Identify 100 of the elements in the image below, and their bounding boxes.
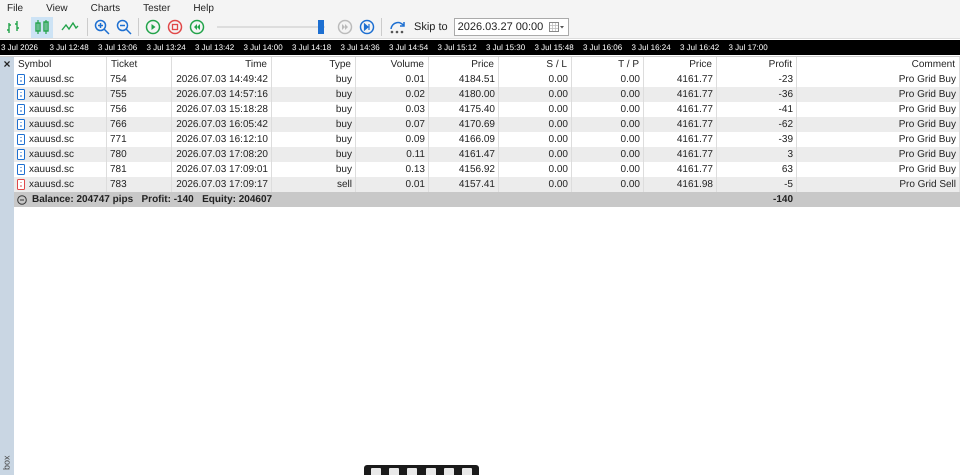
menu-item[interactable]: Help [193, 0, 214, 16]
panel-tab-label[interactable]: box [0, 455, 14, 470]
table-cell-text: sell [336, 178, 352, 192]
table-cell-text: buy [336, 118, 352, 132]
table-cell-text: 4161.77 [676, 118, 713, 132]
table-cell-text: 0.07 [406, 118, 425, 132]
menu-item[interactable]: Tester [143, 0, 170, 16]
table-cell-text: -36 [778, 88, 793, 102]
table-cell-text: 0.00 [620, 133, 640, 147]
table-cell-text: 2026.07.03 14:49:42 [176, 73, 268, 87]
skip-to-label: Skip to [414, 20, 448, 35]
table-cell-text: 2026.07.03 16:12:10 [176, 133, 268, 147]
table-cell-text: Pro Grid Buy [898, 73, 956, 87]
table-cell-text: 756 [110, 103, 127, 117]
table-row[interactable]: xauusd.sc 754 2026.07.03 14:49:42 buy 0.01 4184.51 0.00 0.00 4161.77 -23 Pro Grid Buy [14, 72, 960, 87]
time-label: 3 Jul 14:18 [291, 42, 332, 54]
table-cell-text: buy [336, 88, 352, 102]
table-cell-text: 771 [110, 133, 127, 147]
table-cell-text: Pro Grid Buy [898, 103, 956, 117]
time-label: 3 Jul 15:48 [534, 42, 575, 54]
time-label: 3 Jul 12:48 [48, 42, 90, 54]
collapse-icon[interactable] [17, 194, 27, 204]
toolbar-tool-icon[interactable] [444, 468, 454, 475]
time-label: 3 Jul 14:36 [340, 42, 381, 54]
table-cell-text: Pro Grid Buy [898, 118, 956, 132]
table-cell-text: 2026.07.03 17:09:17 [176, 178, 268, 192]
table-cell-text: 780 [110, 148, 127, 162]
table-cell-text: 4161.77 [676, 73, 713, 87]
time-label: 3 Jul 15:12 [436, 42, 478, 54]
table-cell-text: 4161.77 [676, 103, 713, 117]
toolbar-tool-icon[interactable] [426, 468, 436, 475]
table-cell-text: buy [336, 103, 352, 117]
table-cell-text: 3 [787, 148, 793, 162]
table-cell-text: -62 [778, 118, 793, 132]
table-cell-text: 0.00 [620, 163, 640, 177]
table-cell-text: 0.00 [548, 103, 568, 117]
skip-icon[interactable] [388, 19, 408, 35]
table-cell-text: 4161.98 [676, 178, 713, 192]
table-cell-text: 4161.77 [676, 163, 713, 177]
table-cell-text: -41 [778, 103, 793, 117]
menu-item[interactable]: View [46, 0, 68, 16]
rewind-icon[interactable] [189, 19, 205, 35]
table-row[interactable]: xauusd.sc 771 2026.07.03 16:12:10 buy 0.09 4166.09 0.00 0.00 4161.77 -39 Pro Grid Buy [14, 132, 960, 147]
table-cell-text: 2026.07.03 17:08:20 [176, 148, 268, 162]
candlestick-icon [33, 19, 51, 35]
toolbar-tool-icon[interactable] [407, 468, 418, 475]
close-button[interactable]: × [3, 57, 10, 71]
speed-slider[interactable] [217, 20, 325, 34]
time-label: 3 Jul 15:30 [485, 42, 526, 54]
zoom-out-icon[interactable] [116, 19, 132, 35]
time-label: 3 Jul 16:24 [630, 42, 672, 54]
table-cell-text: 781 [110, 163, 127, 177]
stop-icon[interactable] [167, 19, 183, 35]
table-cell-text: 0.00 [620, 73, 640, 87]
table-cell-text: 0.01 [406, 73, 425, 87]
table-cell-text: 0.01 [406, 178, 425, 192]
table-cell-text: 4157.41 [458, 178, 495, 192]
table-cell-text: 0.09 [406, 133, 425, 147]
table-cell-text: 0.00 [548, 118, 568, 132]
table-row[interactable]: xauusd.sc 756 2026.07.03 15:18:28 buy 0.03 4175.40 0.00 0.00 4161.77 -41 Pro Grid Buy [14, 102, 960, 117]
table-cell-text: 0.11 [406, 148, 425, 162]
table-cell-text: 0.00 [548, 73, 568, 87]
date-field[interactable]: 2026.03.27 00:00 [454, 18, 570, 36]
toolbar-tool-icon[interactable] [371, 468, 382, 475]
table-cell-text: buy [336, 163, 352, 177]
time-label: 3 Jul 14:54 [388, 42, 430, 54]
zoom-in-icon[interactable] [94, 19, 110, 35]
toolbar-tool-icon[interactable] [389, 468, 400, 475]
table-cell-text: 4180.00 [458, 88, 495, 102]
table-cell-text: 4156.92 [458, 163, 495, 177]
table-cell-text: 0.00 [620, 118, 640, 132]
table-cell-text: buy [336, 73, 352, 87]
time-label: 3 Jul 13:24 [146, 42, 187, 54]
time-label: 3 Jul 17:00 [728, 42, 769, 54]
toolbar-tool-icon[interactable] [462, 468, 472, 475]
table-cell-text: buy [336, 148, 352, 162]
table-cell-text: Pro Grid Buy [898, 88, 956, 102]
table-row[interactable]: xauusd.sc 781 2026.07.03 17:09:01 buy 0.13 4156.92 0.00 0.00 4161.77 63 Pro Grid Buy [14, 162, 960, 177]
table-cell-text: 2026.07.03 17:09:01 [176, 163, 268, 177]
calendar-dropdown-icon[interactable] [549, 22, 566, 32]
summary-text: Balance: 204747 pips Profit: -140 Equity: 204607 [32, 193, 272, 207]
table-cell-text: 0.13 [406, 163, 425, 177]
table-cell-text: 4170.69 [458, 118, 495, 132]
table-cell-text: 4161.77 [676, 88, 713, 102]
table-row[interactable]: xauusd.sc 780 2026.07.03 17:08:20 buy 0.11 4161.47 0.00 0.00 4161.77 3 Pro Grid Buy [14, 147, 960, 162]
time-label: 3 Jul 14:00 [242, 42, 284, 54]
time-label: 3 Jul 16:42 [679, 42, 720, 54]
table-cell-text: xauusd.sc [29, 148, 74, 162]
step-forward-icon[interactable] [359, 19, 375, 35]
table-cell-text: -5 [784, 178, 793, 192]
table-cell-text: Pro Grid Sell [899, 178, 956, 192]
table-row[interactable]: xauusd.sc 766 2026.07.03 16:05:42 buy 0.07 4170.69 0.00 0.00 4161.77 -62 Pro Grid Buy [14, 117, 960, 132]
candles-chart-button[interactable] [31, 16, 53, 38]
table-cell-text: 0.00 [620, 148, 640, 162]
menu-item[interactable]: File [7, 0, 24, 16]
table-row[interactable]: xauusd.sc 755 2026.07.03 14:57:16 buy 0.02 4180.00 0.00 0.00 4161.77 -36 Pro Grid Buy [14, 87, 960, 102]
table-row[interactable]: xauusd.sc 783 2026.07.03 17:09:17 sell 0.01 4157.41 0.00 0.00 4161.98 -5 Pro Grid Sell [14, 177, 960, 192]
time-label: 3 Jul 16:06 [582, 42, 624, 54]
play-icon[interactable] [145, 19, 161, 35]
menu-item[interactable]: Charts [90, 0, 120, 16]
